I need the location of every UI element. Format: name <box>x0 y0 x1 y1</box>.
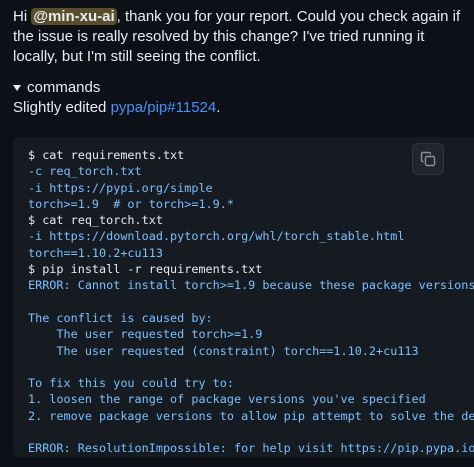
commands-details: commands Slightly edited pypa/pip#11524. <box>13 78 471 118</box>
code-content: $ cat requirements.txt -c req_torch.txt -i… <box>28 147 474 457</box>
code-line: To fix this you could try to: <box>28 376 234 391</box>
user-mention[interactable]: @min-xu-ai <box>31 8 117 25</box>
code-line: $ pip install -r requirements.txt <box>28 262 263 277</box>
comment-body: Hi @min-xu-ai, thank you for your report… <box>13 7 471 67</box>
code-line: The user requested torch>=1.9 <box>28 327 263 342</box>
edited-suffix: . <box>216 99 221 116</box>
code-line: 1. loosen the range of package versions … <box>28 392 426 407</box>
code-line: $ cat requirements.txt <box>28 148 185 162</box>
greeting-text: Hi <box>13 8 32 25</box>
copy-button[interactable] <box>412 143 444 175</box>
code-line: -i https://pypi.org/simple <box>28 180 213 195</box>
code-line: ERROR: ResolutionImpossible: for help vi… <box>28 441 474 456</box>
issue-link[interactable]: pypa/pip#11524 <box>111 99 217 116</box>
code-line: -i https://download.pytorch.org/whl/torc… <box>28 229 405 244</box>
code-line: torch>=1.9 # or torch>=1.9.* <box>28 196 234 211</box>
edited-prefix: Slightly edited <box>13 99 111 116</box>
code-line: $ cat req_torch.txt <box>28 213 163 228</box>
triangle-down-icon <box>13 85 21 91</box>
copy-icon <box>420 151 436 167</box>
code-line: torch==1.10.2+cu113 <box>28 245 163 260</box>
code-line: The user requested (constraint) torch==1… <box>28 343 419 358</box>
edited-note: Slightly edited pypa/pip#11524. <box>13 98 471 118</box>
code-line: The conflict is caused by: <box>28 310 213 325</box>
details-summary[interactable]: commands <box>13 78 471 98</box>
code-line: 2. remove package versions to allow pip … <box>28 408 474 423</box>
summary-label: commands <box>27 79 101 96</box>
code-line: ERROR: Cannot install torch>=1.9 because… <box>28 278 474 293</box>
code-block: $ cat requirements.txt -c req_torch.txt -i… <box>13 137 474 457</box>
code-line: -c req_torch.txt <box>28 164 142 179</box>
